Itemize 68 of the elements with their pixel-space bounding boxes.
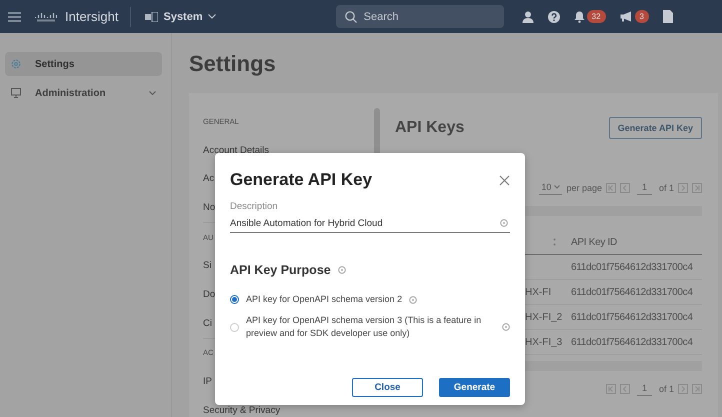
search-field[interactable]: Search: [336, 5, 504, 28]
settings-nav-item[interactable]: IP: [203, 376, 212, 388]
settings-nav-item[interactable]: Ci: [203, 318, 212, 329]
close-icon[interactable]: [499, 174, 510, 186]
menu-icon[interactable]: [8, 12, 21, 22]
page-count: of 1: [658, 384, 674, 394]
sidebar-item[interactable]: Administration: [5, 81, 162, 105]
info-icon[interactable]: [500, 219, 508, 227]
help-icon[interactable]: [548, 10, 560, 22]
section-title: API Keys: [395, 119, 464, 137]
settings-nav-item[interactable]: Ac: [203, 173, 214, 184]
first-page-icon[interactable]: [606, 183, 616, 193]
prev-page-icon[interactable]: [620, 384, 630, 394]
sidebar-item[interactable]: Settings: [5, 52, 162, 76]
settings-nav-item[interactable]: Security & Privacy: [203, 404, 280, 416]
prev-page-icon[interactable]: [620, 183, 630, 193]
table-cell: 611dc01f7564612d331700c4: [571, 336, 693, 348]
info-icon[interactable]: [409, 296, 418, 304]
page-count: of 1: [658, 183, 674, 193]
last-page-icon[interactable]: [692, 183, 702, 193]
info-icon[interactable]: [502, 323, 510, 331]
context-selector[interactable]: System: [145, 10, 216, 22]
option-label[interactable]: API key for OpenAPI schema version 3 (This is a feature in preview and for SDK developer use only): [246, 314, 494, 340]
search-icon: [344, 11, 357, 23]
next-page-icon[interactable]: [678, 384, 688, 394]
logo-icon: [35, 12, 57, 22]
info-icon[interactable]: [338, 266, 346, 274]
settings-nav-item[interactable]: Si: [203, 260, 212, 272]
table-cell: HX-FI: [525, 286, 552, 298]
generate-button[interactable]: Generate: [439, 378, 510, 397]
chevron-down-icon: [208, 14, 216, 19]
document-icon[interactable]: [662, 10, 673, 23]
page-number-field[interactable]: 1: [636, 382, 652, 396]
option-label[interactable]: API key for OpenAPI schema version 2: [246, 293, 402, 306]
page-title: Settings: [189, 50, 277, 78]
chevron-down-icon: [554, 184, 560, 188]
gear-icon: [11, 59, 21, 69]
radio-button[interactable]: [230, 295, 239, 304]
brand-name: Intersight: [65, 9, 118, 24]
column-header[interactable]: API Key ID: [571, 236, 617, 248]
settings-nav-item[interactable]: Do: [203, 288, 216, 300]
section-title: API Key Purpose: [230, 263, 331, 277]
notification-count: 32: [586, 10, 606, 23]
announcement-count: 3: [634, 10, 649, 23]
first-page-icon[interactable]: [606, 384, 616, 394]
page-size-select[interactable]: 10: [539, 182, 562, 194]
table-cell: HX-FI_3: [525, 336, 562, 348]
last-page-icon[interactable]: [692, 384, 702, 394]
dialog-title: Generate API Key: [230, 170, 372, 190]
table-cell: 611dc01f7564612d331700c4: [571, 286, 693, 298]
table-cell: 611dc01f7564612d331700c4: [571, 312, 693, 322]
per-page-label: per page: [566, 183, 602, 193]
table-cell: HX-FI_2: [525, 312, 562, 322]
megaphone-icon[interactable]: [620, 11, 633, 22]
user-icon[interactable]: [522, 10, 534, 22]
settings-nav-item[interactable]: No: [203, 202, 216, 213]
bell-icon[interactable]: [574, 10, 585, 22]
settings-nav-item[interactable]: Account Details: [203, 144, 270, 156]
table-cell: 611dc01f7564612d331700c4: [571, 262, 693, 272]
next-page-icon[interactable]: [678, 183, 688, 193]
generate-api-key-button[interactable]: Generate API Key: [608, 117, 702, 139]
server-icon: [145, 12, 158, 22]
page-number-field[interactable]: 1: [636, 182, 652, 194]
chevron-down-icon[interactable]: [149, 91, 156, 95]
close-button[interactable]: Close: [352, 378, 423, 397]
sort-icon[interactable]: [553, 238, 556, 246]
monitor-icon: [11, 88, 21, 98]
field-label: Description: [230, 201, 279, 212]
